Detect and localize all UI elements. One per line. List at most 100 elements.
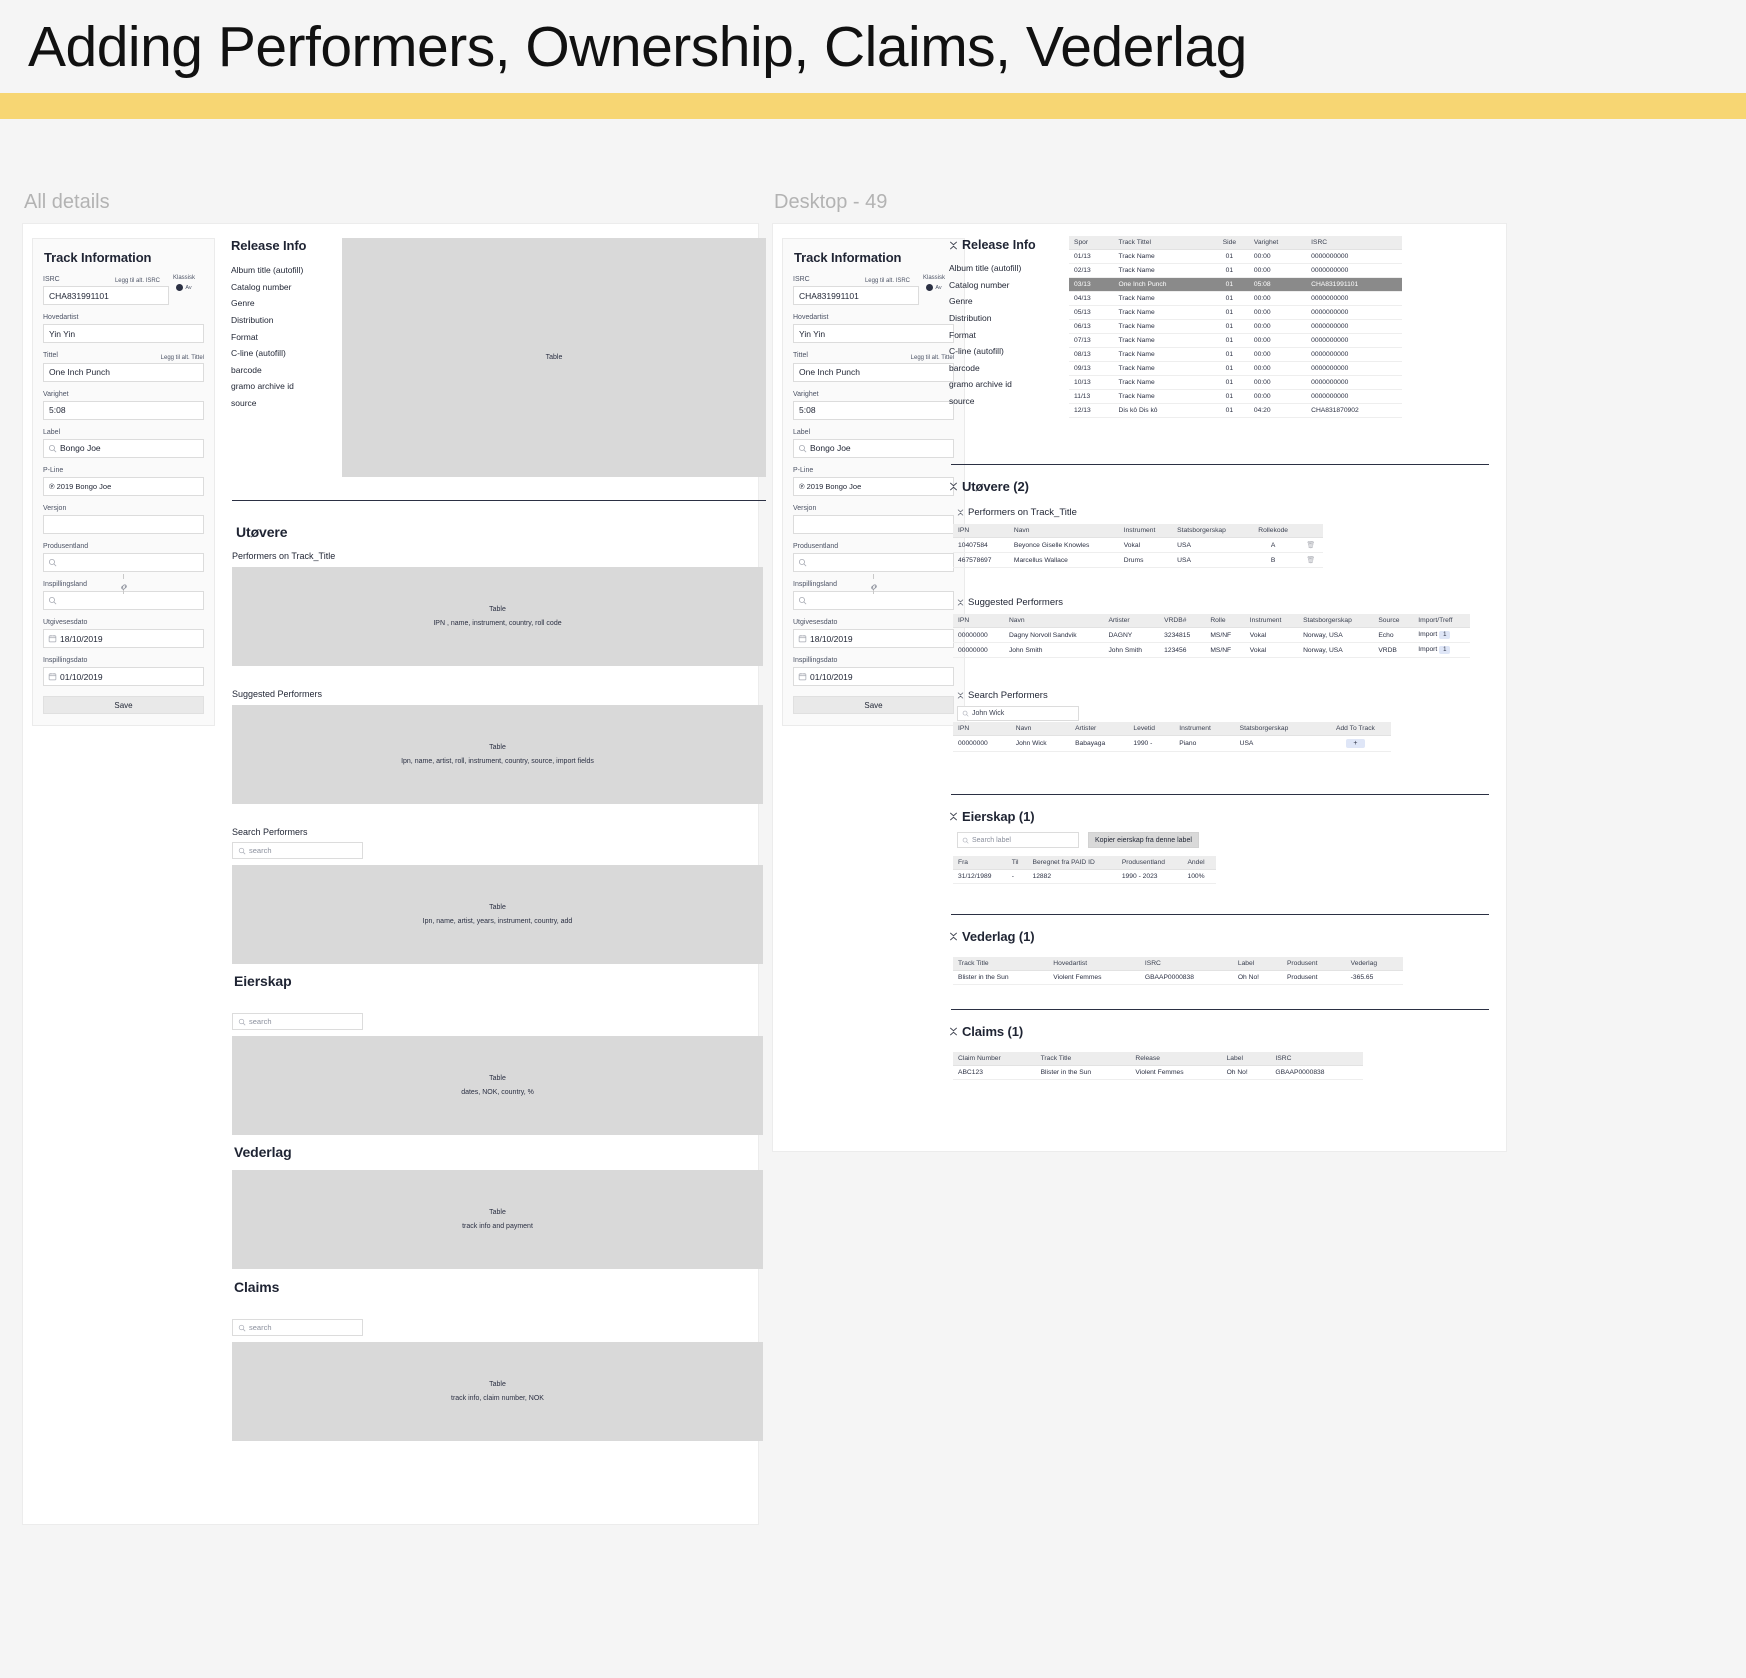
table-row[interactable]: 11/13 Track Name 01 00:00 0000000000 bbox=[1069, 389, 1402, 405]
section-heading-eierskap-row[interactable]: Eierskap (1) bbox=[949, 809, 1035, 824]
tittel-input[interactable]: One Inch Punch bbox=[43, 362, 204, 382]
section-heading-vederlag: Vederlag (1) bbox=[962, 929, 1035, 945]
frame-label-all-details: All details bbox=[24, 191, 110, 214]
utgivesesdato-input[interactable]: 18/10/2019 bbox=[793, 629, 954, 649]
versjon-input[interactable] bbox=[43, 514, 204, 534]
placeholder-title: Table bbox=[489, 1381, 506, 1389]
table-row[interactable]: 05/13 Track Name 01 00:00 0000000000 bbox=[1069, 305, 1402, 321]
save-button[interactable]: Save bbox=[43, 696, 204, 715]
performers-on-track-table[interactable]: IPN Navn Instrument Statsborgerskap Rollekod… bbox=[953, 524, 1323, 569]
table-row[interactable]: 00000000 Dagny Norvoll Sandvik DAGNY 323481… bbox=[953, 627, 1470, 644]
tittel-input[interactable]: One Inch Punch bbox=[793, 362, 954, 382]
eierskap-search-input[interactable]: search bbox=[232, 1013, 363, 1031]
pline-field: P-Line ℗ 2019 Bongo Joe bbox=[43, 466, 204, 496]
column-header: Track Title bbox=[953, 957, 1049, 972]
varighet-input[interactable]: 5:08 bbox=[43, 400, 204, 420]
section-heading-vederlag-row[interactable]: Vederlag (1) bbox=[949, 929, 1035, 944]
release-info-item: source bbox=[949, 395, 975, 406]
cell-varighet: 00:00 bbox=[1248, 305, 1307, 321]
accent-bar bbox=[0, 93, 1746, 120]
isrc-alt-link[interactable]: Legg til alt. ISRC bbox=[115, 278, 160, 284]
release-info-heading-row[interactable]: Release Info bbox=[949, 238, 1054, 252]
performers-on-track-row[interactable]: Performers on Track_Title bbox=[957, 507, 1077, 518]
table-row[interactable]: 08/13 Track Name 01 00:00 0000000000 bbox=[1069, 347, 1402, 363]
table-row[interactable]: 02/13 Track Name 01 00:00 0000000000 bbox=[1069, 263, 1402, 279]
search-performers-results-table[interactable]: IPN Navn Artister Levetid Instrument Statsbor… bbox=[953, 722, 1391, 753]
search-performers-input[interactable]: search bbox=[232, 842, 363, 860]
label-input[interactable]: Bongo Joe bbox=[793, 438, 954, 458]
suggested-performers-table[interactable]: IPN Navn Artister VRDB# Rolle Instrument Stats… bbox=[953, 614, 1470, 659]
cell-instrument: Vokal bbox=[1244, 642, 1299, 659]
search-performers-row[interactable]: Search Performers bbox=[957, 690, 1048, 701]
tittel-alt-link[interactable]: Legg til alt. Tittel bbox=[911, 355, 954, 361]
klassisk-toggle[interactable]: Av bbox=[914, 284, 954, 292]
performers-placeholder-table: Table IPN , name, instrument, country, r… bbox=[232, 567, 763, 667]
link-countries-control[interactable] bbox=[119, 574, 129, 594]
vederlag-table[interactable]: Track Title Hovedartist ISRC Label Produsent… bbox=[953, 957, 1403, 986]
claims-table[interactable]: Claim Number Track Title Release Label ISRC … bbox=[953, 1052, 1363, 1081]
table-row[interactable]: 09/13 Track Name 01 00:00 0000000000 bbox=[1069, 361, 1402, 377]
table-row[interactable]: 03/13 One Inch Punch 01 05:08 CHA831991101 bbox=[1069, 277, 1402, 293]
table-row[interactable]: Blister in the Sun Violent Femmes GBAAP000… bbox=[953, 970, 1403, 986]
table-row[interactable]: 10407584 Beyonce Giselle Knowles Vokal USA A… bbox=[953, 537, 1323, 554]
table-row[interactable]: 07/13 Track Name 01 00:00 0000000000 bbox=[1069, 333, 1402, 349]
inspillingsdato-input[interactable]: 01/10/2019 bbox=[43, 667, 204, 687]
tittel-alt-link[interactable]: Legg til alt. Tittel bbox=[161, 355, 204, 361]
cell-vrdb: 123456 bbox=[1159, 642, 1206, 659]
page-title: Adding Performers, Ownership, Claims, Ve… bbox=[28, 15, 1247, 79]
table-row[interactable]: 467578697 Marcellus Wallace Drums USA B 🗑 bbox=[953, 552, 1323, 569]
isrc-alt-link[interactable]: Legg til alt. ISRC bbox=[865, 278, 910, 284]
column-header bbox=[1298, 524, 1323, 539]
eierskap-search-input[interactable]: Search label bbox=[957, 832, 1079, 849]
search-performers-input[interactable]: John Wick bbox=[957, 706, 1079, 722]
table-row[interactable]: 00000000 John Smith John Smith 123456 MS/NF V… bbox=[953, 642, 1470, 659]
delete-icon[interactable]: 🗑 bbox=[1306, 557, 1315, 564]
cell-isrc: 0000000000 bbox=[1306, 291, 1402, 307]
table-row[interactable]: 31/12/1989-12882 1990 - 2023 100% bbox=[953, 869, 1216, 885]
versjon-input[interactable] bbox=[793, 514, 954, 534]
produsentland-input[interactable] bbox=[793, 553, 954, 572]
cell-instrument: Vokal bbox=[1118, 537, 1173, 554]
table-row[interactable]: 04/13 Track Name 01 00:00 0000000000 bbox=[1069, 291, 1402, 307]
table-row[interactable]: 01/13 Track Name 01 00:00 0000000000 bbox=[1069, 249, 1402, 265]
section-heading-utovere-row[interactable]: Utøvere (2) bbox=[949, 479, 1029, 494]
performers-on-track-label: Performers on Track_Title bbox=[232, 551, 336, 562]
cell-statsborgerskap: USA bbox=[1172, 552, 1248, 569]
label-label: Label bbox=[793, 428, 811, 436]
hovedartist-input[interactable]: Yin Yin bbox=[793, 324, 954, 344]
copy-eierskap-button[interactable]: Kopier eierskap fra denne label bbox=[1088, 832, 1199, 849]
varighet-input[interactable]: 5:08 bbox=[793, 400, 954, 420]
isrc-input[interactable]: CHA831991101 bbox=[43, 286, 169, 306]
isrc-input[interactable]: CHA831991101 bbox=[793, 286, 919, 306]
table-row[interactable]: 12/13 Dis kô Dis kô 01 04:20 CHA831870902 bbox=[1069, 403, 1402, 419]
inspillingsdato-input[interactable]: 01/10/2019 bbox=[793, 667, 954, 687]
eierskap-placeholder-table: Table dates, NOK, country, % bbox=[232, 1036, 763, 1136]
claims-search-input[interactable]: search bbox=[232, 1319, 363, 1337]
table-row[interactable]: 10/13 Track Name 01 00:00 0000000000 bbox=[1069, 375, 1402, 391]
cell-navn: John Wick bbox=[1010, 735, 1071, 753]
cell-statsborgerskap: Norway, USA bbox=[1298, 642, 1374, 659]
pline-input[interactable]: ℗ 2019 Bongo Joe bbox=[793, 476, 954, 496]
table-row[interactable]: 00000000 John Wick Babayaga 1990 - Piano USA + bbox=[953, 735, 1391, 753]
klassisk-toggle[interactable]: Av bbox=[164, 284, 204, 292]
hovedartist-input[interactable]: Yin Yin bbox=[43, 324, 204, 344]
suggested-performers-label: Suggested Performers bbox=[968, 597, 1064, 609]
suggested-performers-row[interactable]: Suggested Performers bbox=[957, 597, 1063, 608]
table-row[interactable]: 06/13 Track Name 01 00:00 0000000000 bbox=[1069, 319, 1402, 335]
label-input[interactable]: Bongo Joe bbox=[43, 438, 204, 458]
import-link[interactable]: Import bbox=[1418, 646, 1437, 653]
column-header: Instrument bbox=[1118, 524, 1173, 539]
pline-input[interactable]: ℗ 2019 Bongo Joe bbox=[43, 476, 204, 496]
import-link[interactable]: Import bbox=[1418, 631, 1437, 638]
table-row[interactable]: ABC123 Blister in the Sun Violent Femmes Oh… bbox=[953, 1065, 1363, 1081]
section-heading-claims-row[interactable]: Claims (1) bbox=[949, 1024, 1023, 1039]
add-to-track-button[interactable]: + bbox=[1346, 739, 1365, 749]
cell-source: Echo bbox=[1373, 627, 1414, 644]
save-button[interactable]: Save bbox=[793, 696, 954, 715]
utgivesesdato-input[interactable]: 18/10/2019 bbox=[43, 629, 204, 649]
delete-icon[interactable]: 🗑 bbox=[1306, 542, 1315, 549]
produsentland-input[interactable] bbox=[43, 553, 204, 572]
link-countries-control[interactable] bbox=[869, 574, 879, 594]
eierskap-table[interactable]: Fra Til Beregnet fra PAID ID Produsentland A… bbox=[953, 856, 1216, 885]
release-tracks-table[interactable]: Spor Track Tittel Side Varighet ISRC 01/13 Tr… bbox=[1069, 236, 1402, 419]
